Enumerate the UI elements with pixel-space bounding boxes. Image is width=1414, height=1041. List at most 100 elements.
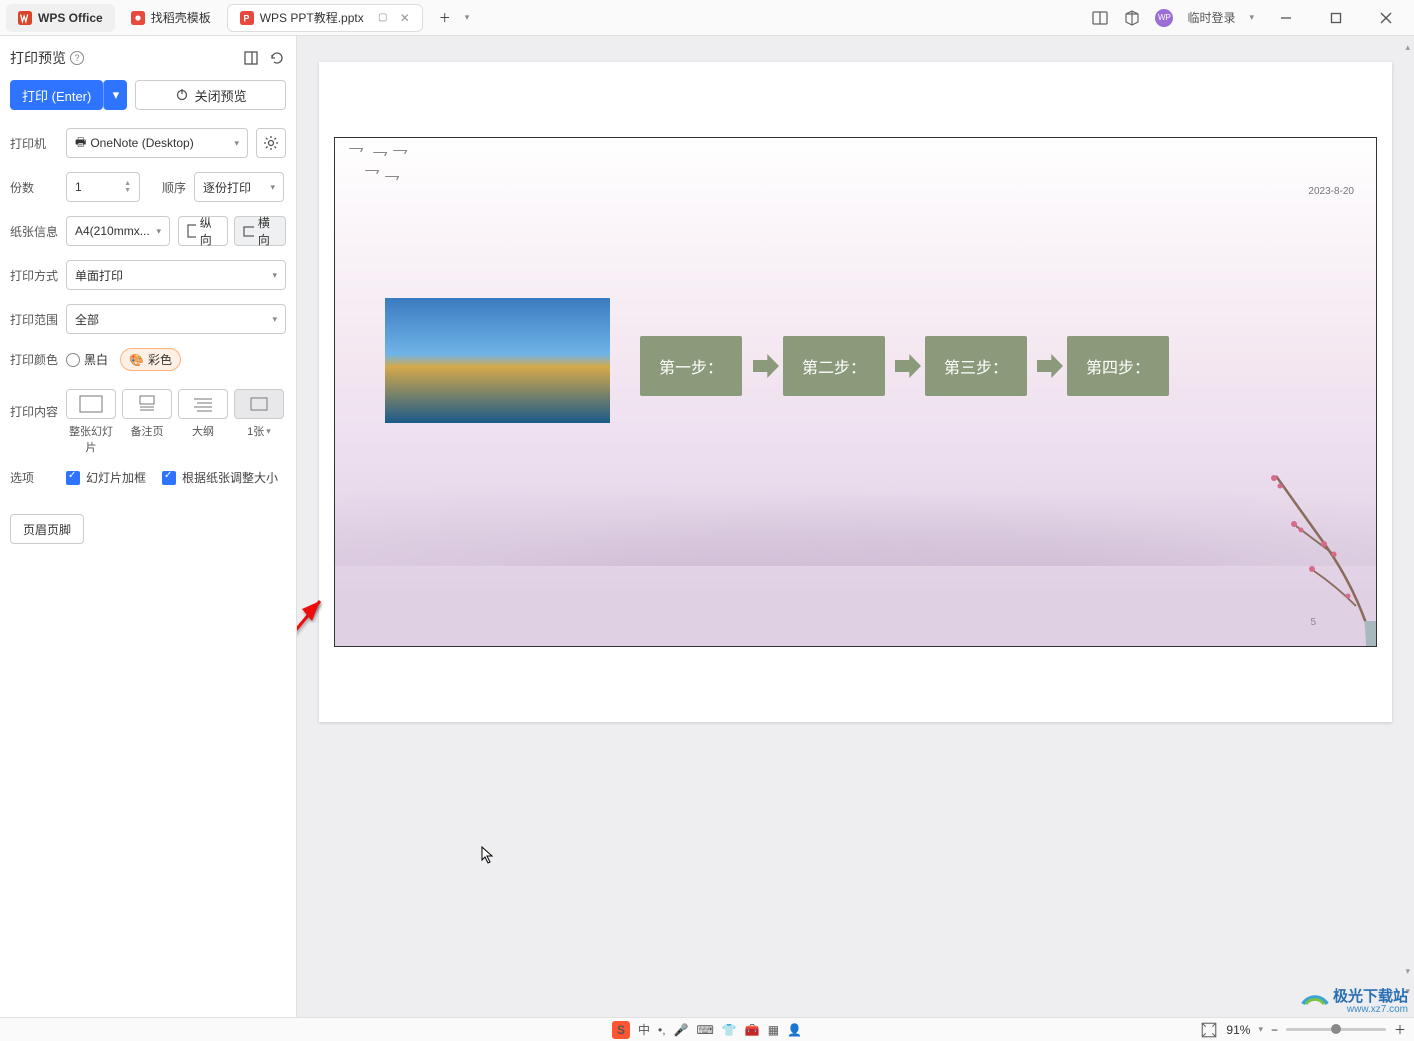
header-footer-label: 页眉页脚 xyxy=(23,521,71,538)
login-label[interactable]: 临时登录 xyxy=(1187,9,1235,26)
zoom-value[interactable]: 91% xyxy=(1226,1023,1250,1037)
cube-icon[interactable] xyxy=(1123,9,1141,27)
checkbox-checked-icon xyxy=(66,471,80,485)
main-content: 打印预览 ? 打印 (Enter) ▾ 关闭预览 打印机 🖶OneNote (D… xyxy=(0,36,1414,1017)
bw-radio[interactable]: 黑白 xyxy=(66,351,108,368)
landscape-button[interactable]: 横向 xyxy=(234,216,286,246)
panel-icon[interactable] xyxy=(1091,9,1109,27)
checkbox-checked-icon xyxy=(162,471,176,485)
refresh-icon[interactable] xyxy=(268,49,286,67)
ime-language[interactable]: 中 xyxy=(638,1021,650,1038)
ime-punct-icon[interactable]: •, xyxy=(658,1023,666,1037)
landscape-label: 横向 xyxy=(258,214,277,248)
header-footer-button[interactable]: 页眉页脚 xyxy=(10,514,84,544)
ime-keyboard-icon[interactable]: ⌨ xyxy=(696,1023,713,1037)
one-per-page-option[interactable]: 1张▾ xyxy=(234,389,284,455)
docer-icon xyxy=(131,11,145,25)
printer-label: 打印机 xyxy=(10,135,58,152)
birds-decoration: 乛 乛 乛 乛 乛 xyxy=(345,144,425,194)
ime-voice-icon[interactable]: 🎤 xyxy=(674,1023,689,1037)
landscape-icon xyxy=(243,226,254,237)
close-preview-button[interactable]: 关闭预览 xyxy=(135,80,286,110)
title-bar: WPS Office 找稻壳模板 P WPS PPT教程.pptx ▢ ✕ ＋ … xyxy=(0,0,1414,36)
close-tab-icon[interactable]: ✕ xyxy=(400,11,410,25)
window-close-button[interactable] xyxy=(1368,0,1404,36)
notes-option[interactable]: 备注页 xyxy=(122,389,172,455)
cursor-icon xyxy=(481,846,495,864)
paper-label: 纸张信息 xyxy=(10,223,58,240)
new-tab-button[interactable]: ＋ xyxy=(431,4,459,32)
ime-user-icon[interactable]: 👤 xyxy=(787,1023,802,1037)
options-label: 选项 xyxy=(10,469,58,486)
copies-spinner[interactable]: 1 ▲▼ xyxy=(66,172,140,202)
arrow-icon xyxy=(1037,354,1063,378)
print-preview-sidebar: 打印预览 ? 打印 (Enter) ▾ 关闭预览 打印机 🖶OneNote (D… xyxy=(0,36,297,1017)
paper-select[interactable]: A4(210mmx... ▾ xyxy=(66,216,170,246)
watermark-url: www.xz7.com xyxy=(1347,1004,1408,1015)
frame-checkbox[interactable]: 幻灯片加框 xyxy=(66,469,146,486)
wps-logo-icon xyxy=(18,11,32,25)
orientation-toggle: 纵向 横向 xyxy=(178,216,286,246)
scroll-down-icon[interactable]: ▾ xyxy=(1405,966,1410,977)
ime-skin-icon[interactable]: 👕 xyxy=(722,1023,737,1037)
chevron-down-icon: ▾ xyxy=(234,138,239,149)
arrow-icon xyxy=(895,354,921,378)
watermark-brand: 极光下载站 xyxy=(1333,985,1408,1006)
full-slide-option[interactable]: 整张幻灯片 xyxy=(66,389,116,455)
step3-box: 第三步： xyxy=(925,336,1027,396)
fit-checkbox[interactable]: 根据纸张调整大小 xyxy=(162,469,278,486)
window-maximize-button[interactable] xyxy=(1318,0,1354,36)
palette-icon: 🎨 xyxy=(129,353,144,367)
ime-grid-icon[interactable]: ▦ xyxy=(768,1023,779,1037)
zoom-in-button[interactable]: ＋ xyxy=(1394,1021,1406,1038)
fit-page-icon[interactable] xyxy=(1200,1021,1218,1039)
printer-settings-button[interactable] xyxy=(256,128,286,158)
chevron-down-icon: ▾ xyxy=(272,270,277,281)
slider-thumb[interactable] xyxy=(1331,1024,1341,1034)
file-tab[interactable]: P WPS PPT教程.pptx ▢ ✕ xyxy=(227,4,423,32)
scroll-up-icon[interactable]: ▴ xyxy=(1405,42,1410,53)
sidebar-header: 打印预览 ? xyxy=(10,48,286,68)
chevron-down-icon[interactable]: ▾ xyxy=(1258,1024,1263,1035)
range-label: 打印范围 xyxy=(10,311,58,328)
fit-checkbox-label: 根据纸张调整大小 xyxy=(182,469,278,486)
order-value: 逐份打印 xyxy=(203,179,251,196)
one-up-icon xyxy=(234,389,284,419)
portrait-button[interactable]: 纵向 xyxy=(178,216,228,246)
help-icon[interactable]: ? xyxy=(70,51,84,65)
printer-select[interactable]: 🖶OneNote (Desktop) ▾ xyxy=(66,128,248,158)
ppt-file-icon: P xyxy=(240,11,254,25)
zoom-slider[interactable] xyxy=(1286,1028,1386,1031)
print-button[interactable]: 打印 (Enter) xyxy=(10,80,103,110)
ime-toolbox-icon[interactable]: 🧰 xyxy=(745,1023,760,1037)
watermark: 极光下载站 www.xz7.com xyxy=(1301,984,1408,1015)
user-avatar-icon[interactable]: WP xyxy=(1155,9,1173,27)
print-range-select[interactable]: 全部 ▾ xyxy=(66,304,286,334)
range-value: 全部 xyxy=(75,311,99,328)
wps-app-tab[interactable]: WPS Office xyxy=(6,4,115,32)
templates-tab[interactable]: 找稻壳模板 xyxy=(119,4,223,32)
print-button-caret[interactable]: ▾ xyxy=(103,80,127,110)
content-label: 打印内容 xyxy=(10,403,58,420)
options-checkbox-row: 幻灯片加框 根据纸张调整大小 xyxy=(66,469,278,486)
method-value: 单面打印 xyxy=(75,267,123,284)
zoom-out-button[interactable]: − xyxy=(1271,1023,1278,1037)
print-method-select[interactable]: 单面打印 ▾ xyxy=(66,260,286,290)
full-slide-label: 整张幻灯片 xyxy=(66,423,116,455)
new-tab-caret-icon[interactable]: ▾ xyxy=(465,12,470,23)
copies-label: 份数 xyxy=(10,179,58,196)
order-select[interactable]: 逐份打印 ▾ xyxy=(194,172,284,202)
svg-text:P: P xyxy=(243,13,249,23)
portrait-icon xyxy=(187,224,196,238)
window-minimize-button[interactable] xyxy=(1268,0,1304,36)
sogou-icon[interactable]: S xyxy=(612,1021,630,1039)
presentation-mode-icon[interactable]: ▢ xyxy=(376,11,390,25)
color-radio[interactable]: 🎨 彩色 xyxy=(120,348,181,371)
power-icon xyxy=(175,87,189,104)
login-caret-icon[interactable]: ▾ xyxy=(1249,12,1254,23)
spinner-arrows[interactable]: ▲▼ xyxy=(124,180,131,194)
step1-box: 第一步： xyxy=(640,336,742,396)
collapse-panel-icon[interactable] xyxy=(242,49,260,67)
status-bar: S 中 •, 🎤 ⌨ 👕 🧰 ▦ 👤 91% ▾ − ＋ xyxy=(0,1017,1414,1041)
outline-option[interactable]: 大纲 xyxy=(178,389,228,455)
